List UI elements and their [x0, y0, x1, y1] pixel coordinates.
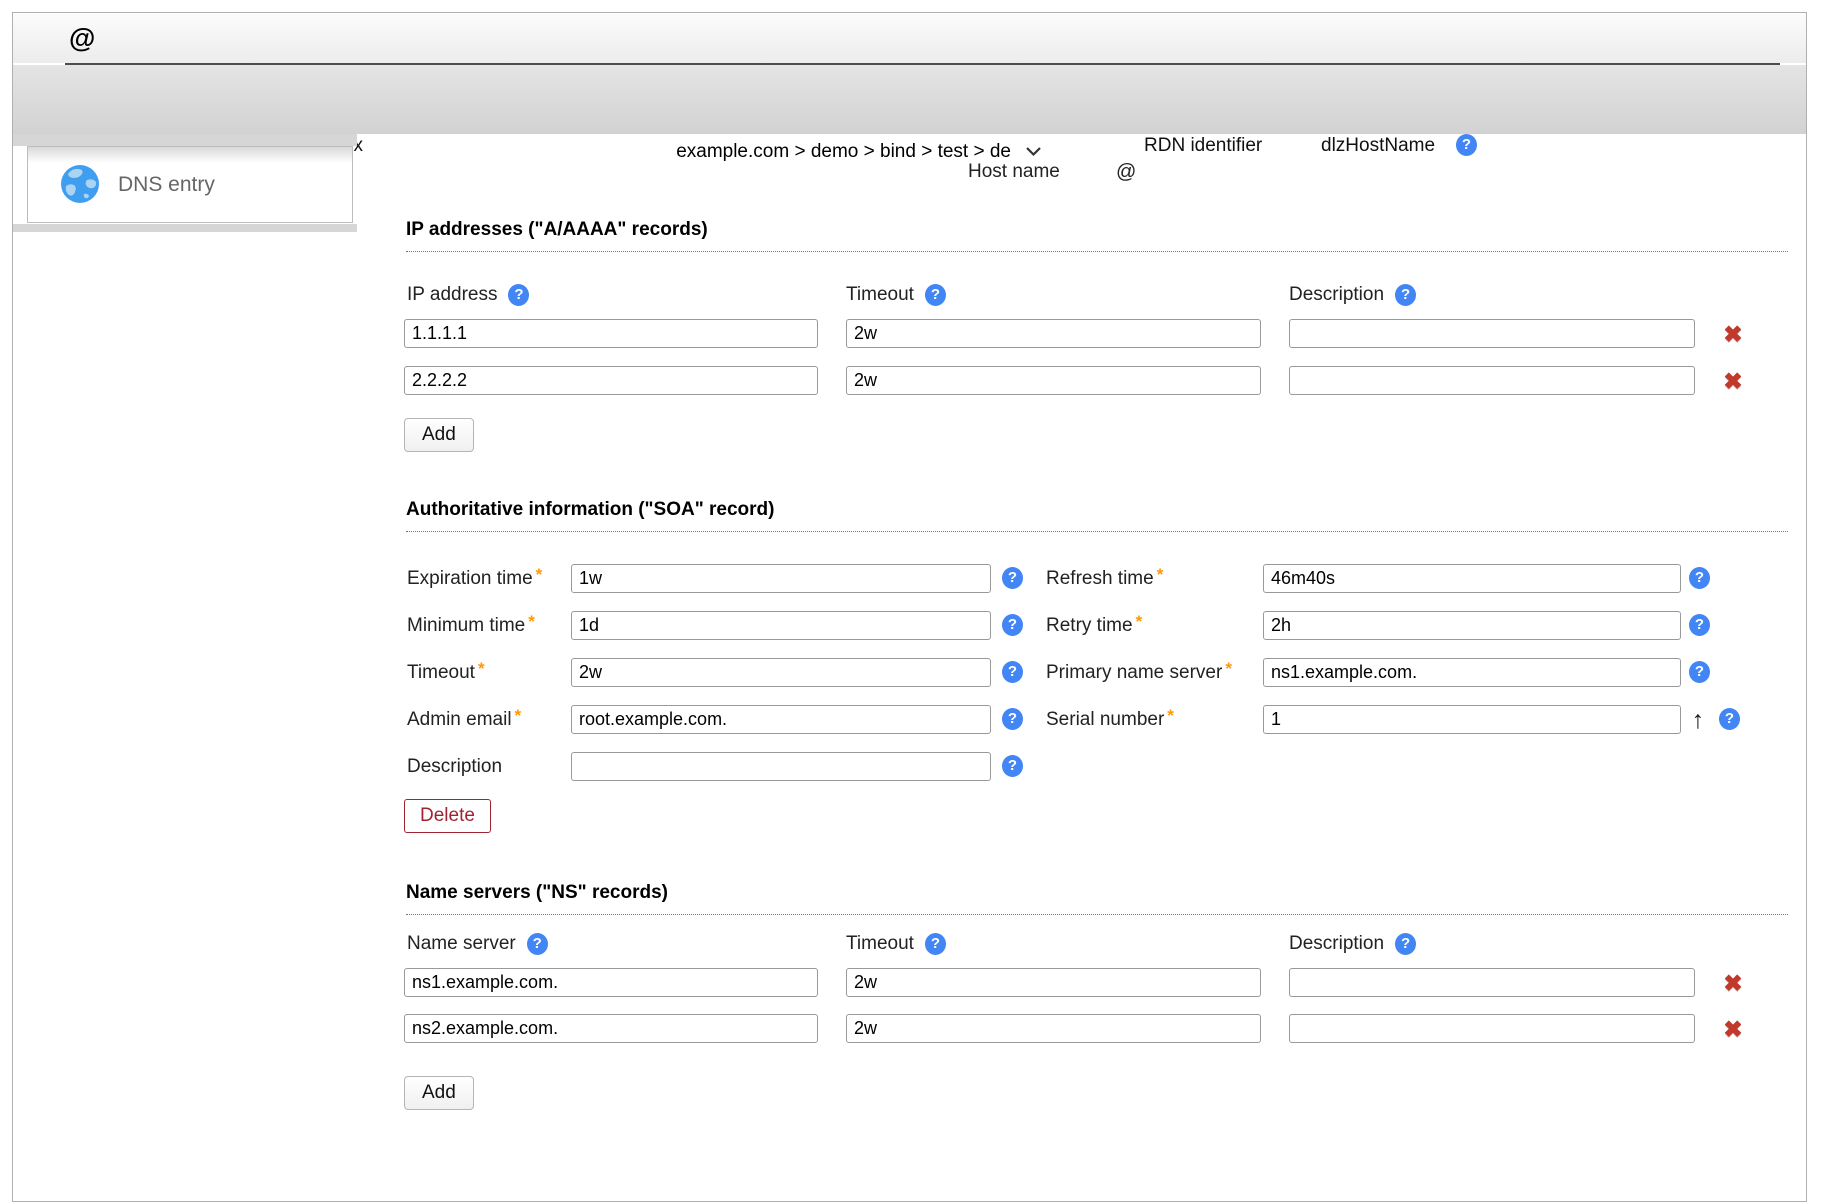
help-icon[interactable]: ?	[1002, 614, 1023, 636]
retry-time-input[interactable]	[1263, 611, 1681, 640]
help-icon[interactable]: ?	[925, 284, 946, 306]
page-container: @ Suffix example.com > demo > bind > tes…	[12, 12, 1807, 1202]
help-icon[interactable]: ?	[527, 933, 548, 955]
chevron-down-icon	[1025, 146, 1042, 157]
help-icon[interactable]: ?	[1002, 708, 1023, 730]
primary-name-server-label: Primary name server *	[1046, 661, 1232, 685]
retry-time-label: Retry time *	[1046, 614, 1142, 638]
help-icon[interactable]: ?	[1719, 708, 1740, 730]
required-marker: *	[536, 565, 543, 585]
ip-timeout-input[interactable]	[846, 319, 1261, 348]
required-marker: *	[1167, 706, 1174, 726]
admin-email-input[interactable]	[571, 705, 991, 734]
page-title: @	[69, 23, 95, 54]
ip-timeout-input[interactable]	[846, 366, 1261, 395]
primary-name-server-input[interactable]	[1263, 658, 1681, 687]
required-marker: *	[528, 612, 535, 632]
host-name-value: @	[1116, 160, 1136, 184]
required-marker: *	[1225, 659, 1232, 679]
soa-description-input[interactable]	[571, 752, 991, 781]
add-ip-button[interactable]: Add	[404, 418, 474, 452]
help-icon[interactable]: ?	[1395, 933, 1416, 955]
ip-description-input[interactable]	[1289, 319, 1695, 348]
rdn-identifier-label: RDN identifier	[1144, 134, 1262, 158]
host-name-label: Host name	[968, 160, 1060, 184]
remove-row-icon[interactable]: ✖	[1719, 367, 1747, 395]
tab-dns-entry-label: DNS entry	[118, 147, 215, 222]
help-icon[interactable]: ?	[1002, 661, 1023, 683]
remove-row-icon[interactable]: ✖	[1719, 969, 1747, 997]
name-server-input[interactable]	[404, 1014, 818, 1043]
minimum-time-input[interactable]	[571, 611, 991, 640]
soa-description-label: Description	[407, 755, 502, 779]
minimum-time-label: Minimum time *	[407, 614, 535, 638]
soa-timeout-input[interactable]	[571, 658, 991, 687]
serial-number-label: Serial number *	[1046, 708, 1174, 732]
remove-row-icon[interactable]: ✖	[1719, 1015, 1747, 1043]
refresh-time-input[interactable]	[1263, 564, 1681, 593]
help-icon[interactable]: ?	[508, 284, 529, 306]
help-icon[interactable]: ?	[1689, 567, 1710, 589]
soa-section-title: Authoritative information ("SOA" record)	[406, 499, 1788, 532]
ip-address-column-header: IP address ?	[407, 283, 529, 307]
help-icon[interactable]: ?	[1689, 614, 1710, 636]
description-column-header: Description ?	[1289, 932, 1416, 956]
help-icon[interactable]: ?	[1395, 284, 1416, 306]
help-icon[interactable]: ?	[1002, 755, 1023, 777]
add-name-server-button[interactable]: Add	[404, 1076, 474, 1110]
tabbar-strip	[13, 224, 357, 232]
help-icon[interactable]: ?	[1002, 567, 1023, 589]
suffix-toolbar: Suffix example.com > demo > bind > test …	[13, 65, 1806, 134]
delete-button[interactable]: Delete	[404, 799, 491, 833]
ns-description-input[interactable]	[1289, 968, 1695, 997]
required-marker: *	[1136, 612, 1143, 632]
expiration-time-input[interactable]	[571, 564, 991, 593]
required-marker: *	[1157, 565, 1164, 585]
globe-icon	[60, 164, 100, 204]
tabbar-strip	[13, 134, 357, 146]
help-icon[interactable]: ?	[1689, 661, 1710, 683]
ip-address-input[interactable]	[404, 319, 818, 348]
remove-row-icon[interactable]: ✖	[1719, 320, 1747, 348]
tab-dns-entry[interactable]: DNS entry	[27, 146, 353, 223]
ip-description-input[interactable]	[1289, 366, 1695, 395]
admin-email-label: Admin email *	[407, 708, 521, 732]
ns-timeout-input[interactable]	[846, 1014, 1261, 1043]
ns-section-title: Name servers ("NS" records)	[406, 882, 1788, 915]
ns-description-input[interactable]	[1289, 1014, 1695, 1043]
timeout-column-header: Timeout ?	[846, 932, 946, 956]
refresh-time-label: Refresh time *	[1046, 567, 1163, 591]
ip-address-input[interactable]	[404, 366, 818, 395]
name-server-column-header: Name server ?	[407, 932, 548, 956]
description-column-header: Description ?	[1289, 283, 1416, 307]
increase-serial-icon[interactable]: ↑	[1685, 706, 1711, 735]
ns-timeout-input[interactable]	[846, 968, 1261, 997]
name-server-input[interactable]	[404, 968, 818, 997]
help-icon[interactable]: ?	[1456, 134, 1477, 156]
timeout-column-header: Timeout ?	[846, 283, 946, 307]
suffix-select[interactable]: example.com > demo > bind > test > de	[414, 136, 1056, 167]
soa-timeout-label: Timeout *	[407, 661, 485, 685]
required-marker: *	[515, 706, 522, 726]
serial-number-input[interactable]	[1263, 705, 1681, 734]
expiration-time-label: Expiration time *	[407, 567, 542, 591]
rdn-identifier-value: dlzHostName	[1321, 134, 1435, 158]
ip-section-title: IP addresses ("A/AAAA" records)	[406, 219, 1788, 252]
suffix-select-value: example.com > demo > bind > test > de	[676, 141, 1011, 163]
required-marker: *	[478, 659, 485, 679]
help-icon[interactable]: ?	[925, 933, 946, 955]
page-header: @	[13, 13, 1806, 63]
